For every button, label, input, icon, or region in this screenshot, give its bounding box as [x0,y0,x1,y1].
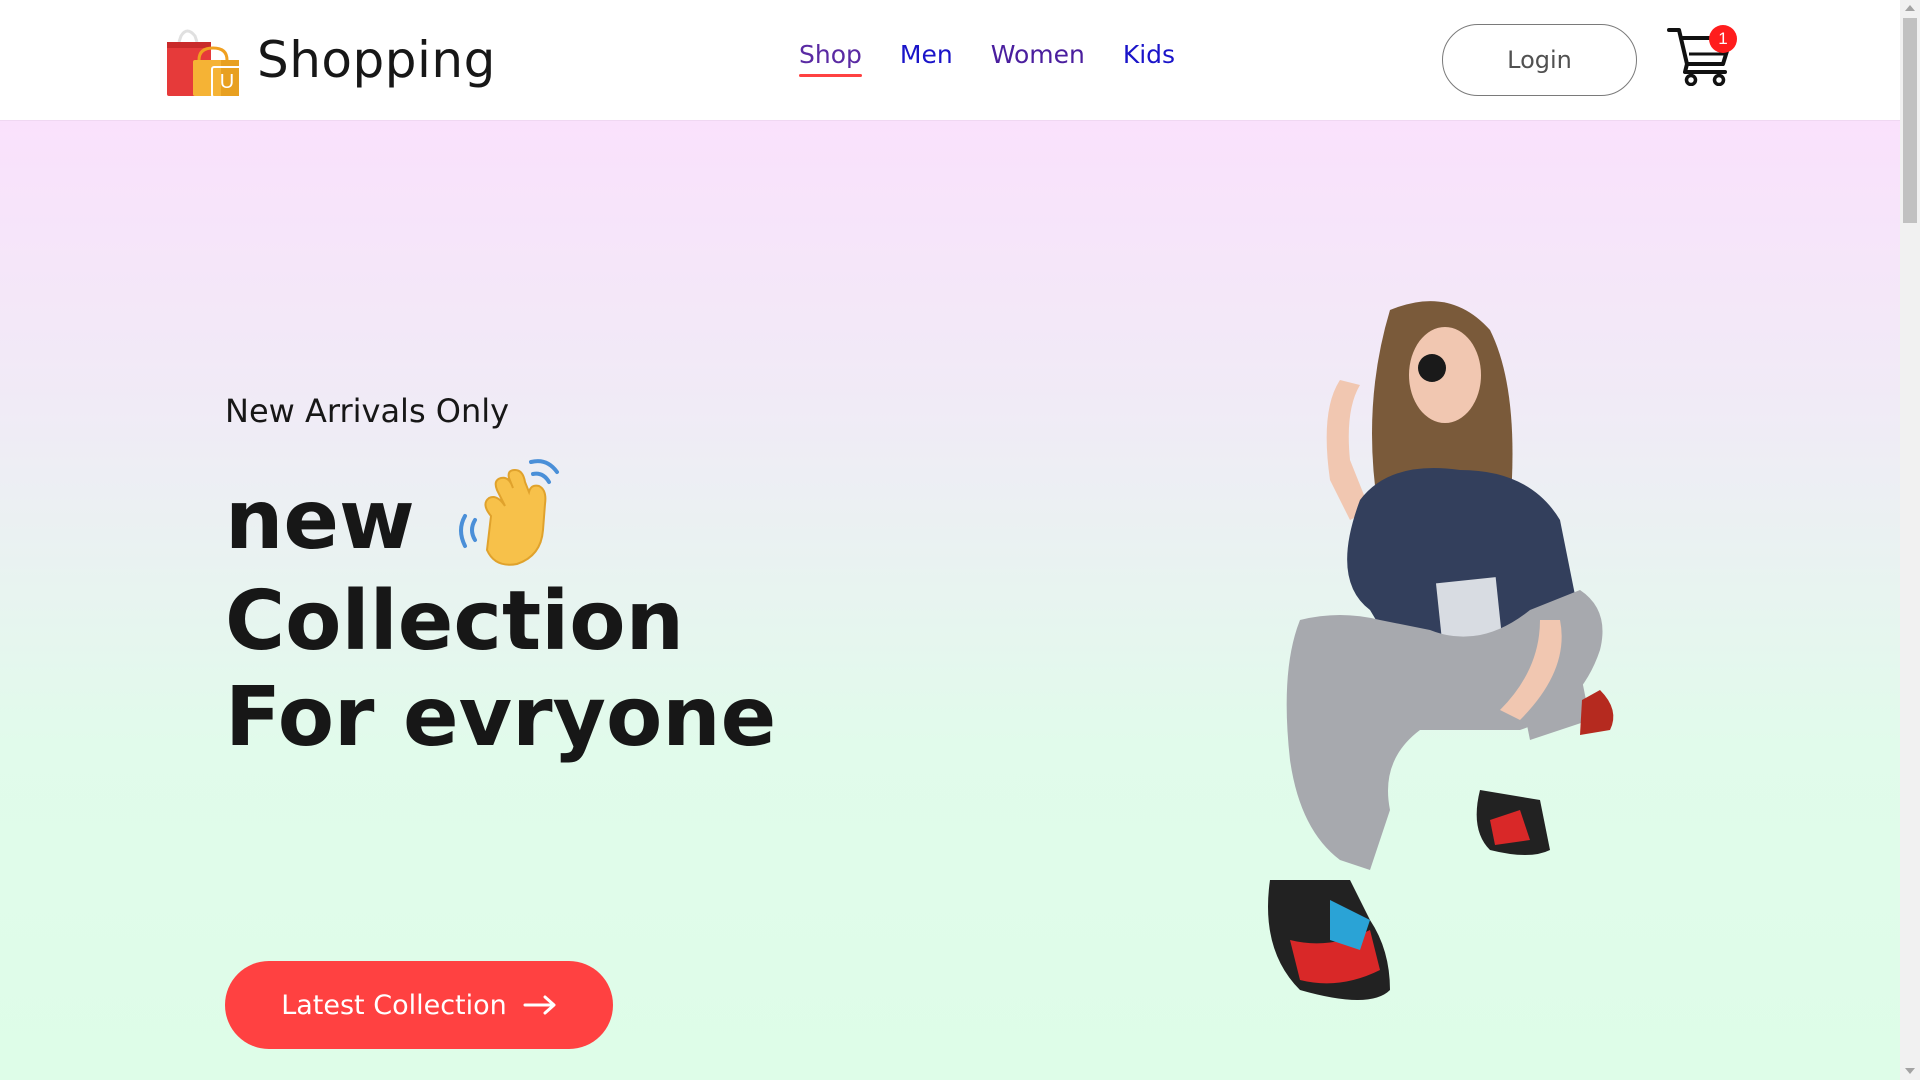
hero-section: New Arrivals Only new Collection For evr… [0,120,1900,1080]
scroll-down-arrow-icon[interactable] [1905,1068,1915,1074]
navbar: U Shopping Shop Men Women Kids Login 1 [0,0,1900,120]
hero-subtitle: New Arrivals Only [225,392,510,430]
arrow-right-icon [523,995,556,1015]
cart-count-badge: 1 [1709,25,1737,53]
nav-item-men[interactable]: Men [900,40,953,77]
hero-line-3: For evryone [225,670,777,765]
nav-menu: Shop Men Women Kids [799,40,1175,77]
vertical-scrollbar[interactable] [1900,0,1920,1080]
scroll-up-arrow-icon[interactable] [1905,5,1915,11]
hero-line-1: new [225,459,776,574]
brand-name: Shopping [257,31,496,89]
login-button[interactable]: Login [1442,24,1637,96]
nav-item-shop[interactable]: Shop [799,40,862,77]
page: U Shopping Shop Men Women Kids Login 1 N… [0,0,1920,1080]
scroll-thumb[interactable] [1903,18,1917,223]
hero-text: New Arrivals Only new Collection For evr… [225,392,777,1049]
latest-collection-label: Latest Collection [281,989,507,1021]
latest-collection-button[interactable]: Latest Collection [225,961,613,1049]
logo-letter: U [211,66,243,98]
hero-model-image [1268,301,1614,1000]
hero-line-2: Collection [225,574,684,669]
nav-item-women[interactable]: Women [991,40,1085,77]
waving-hand-icon [458,459,559,566]
hero-line-1-text: new [225,473,415,568]
nav-item-kids[interactable]: Kids [1123,40,1175,77]
logo[interactable]: U Shopping [165,22,496,98]
